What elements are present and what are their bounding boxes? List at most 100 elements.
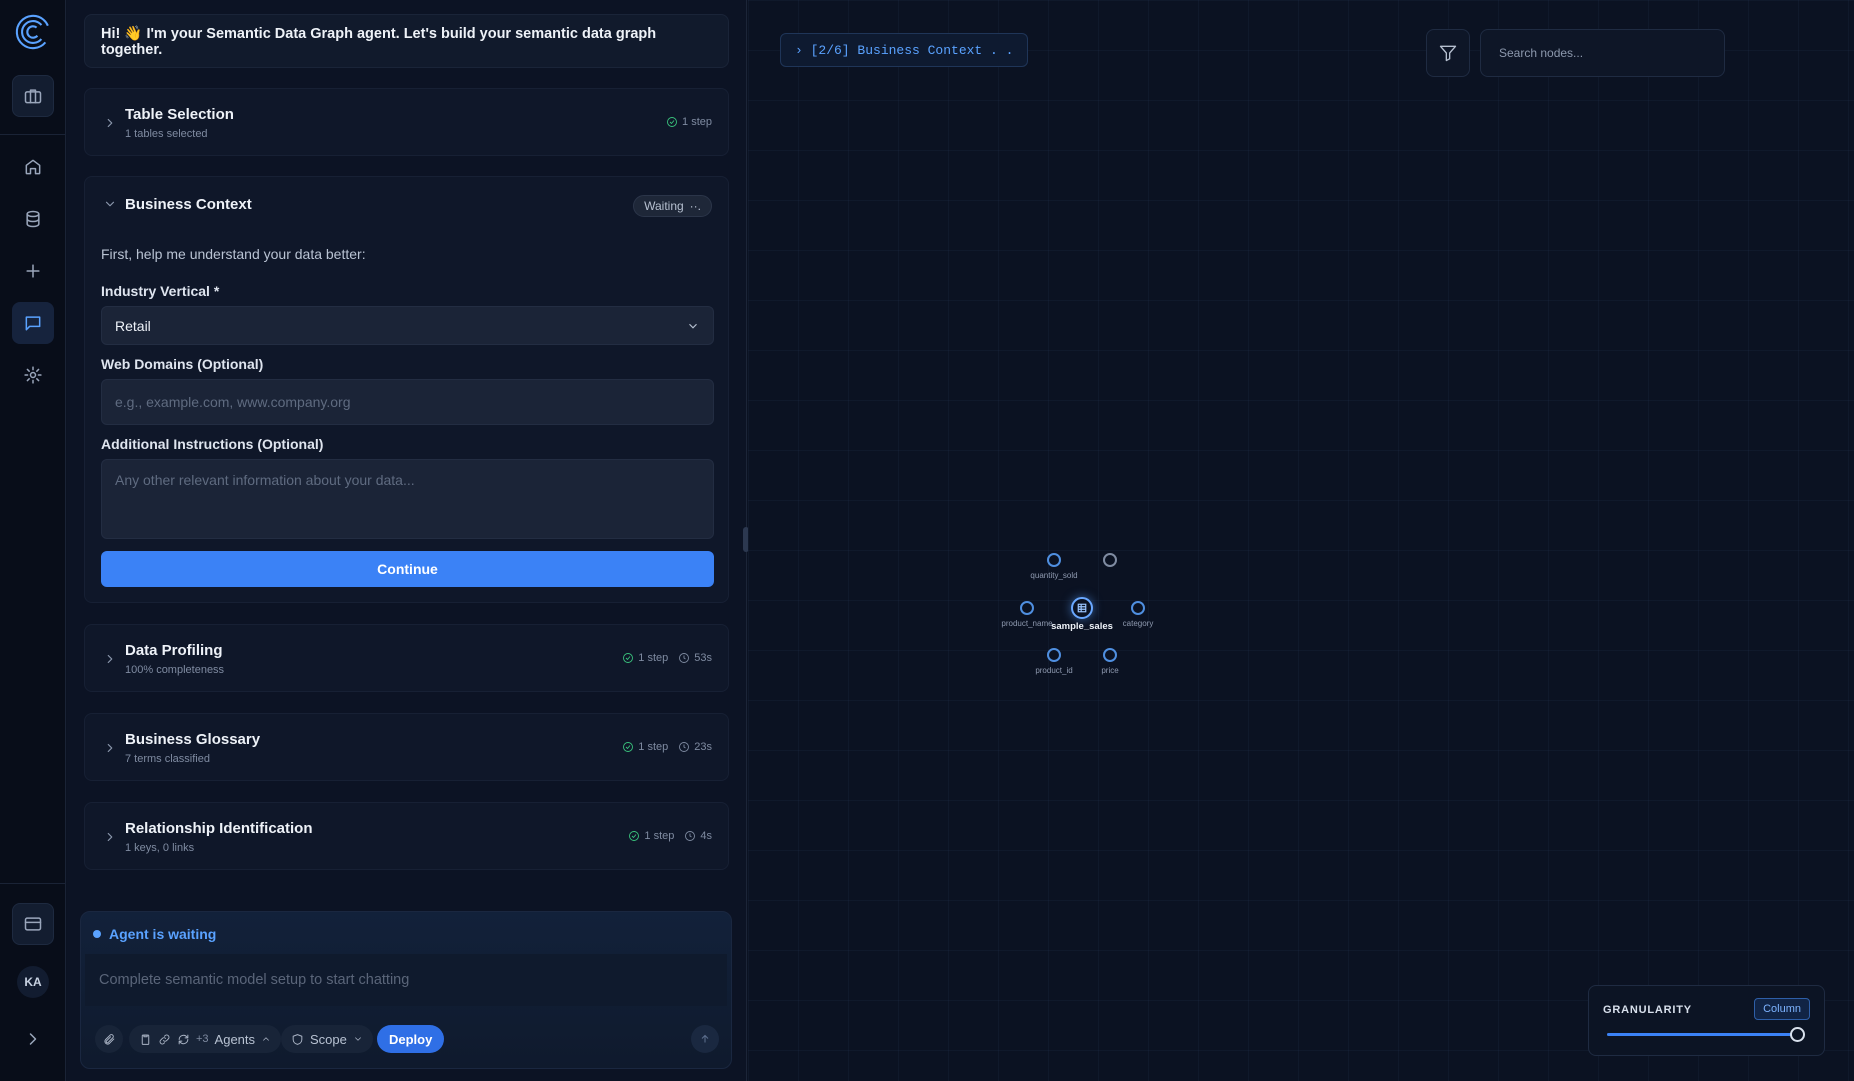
status-dot [93,930,101,938]
deploy-button[interactable]: Deploy [377,1025,445,1053]
user-avatar[interactable]: KA [17,966,49,998]
chevron-right-icon [103,116,117,130]
graph-node-table[interactable] [1071,597,1093,619]
arrow-up-icon [701,1034,709,1043]
agents-extra-count: +3 [196,1033,209,1045]
industry-select[interactable]: Retail [101,306,714,345]
briefcase-icon [24,89,42,104]
agents-selector[interactable]: +3 Agents [129,1025,282,1053]
step-count: 1 step [638,652,669,664]
chevron-down-icon [689,323,697,329]
step-data-profiling[interactable]: Data Profiling 100% completeness 1 step … [84,624,729,692]
node-label: price [1101,666,1119,675]
chat-panel: Hi! 👋 I'm your Semantic Data Graph agent… [67,0,747,1081]
database-icon [26,210,40,228]
link-icon [159,1034,170,1044]
check-circle-icon [623,653,634,663]
filter-button[interactable] [1426,29,1470,77]
step-business-context: Business Context Waiting ··. First, help … [84,176,729,603]
chevron-down-icon[interactable] [103,197,117,211]
chevron-right-icon [103,830,117,844]
step-subtitle: 100% completeness [125,664,225,676]
step-duration: 4s [700,830,712,842]
granularity-fill [1607,1033,1797,1036]
nav-settings[interactable] [12,354,54,396]
graph-node[interactable] [1020,601,1034,615]
step-business-glossary[interactable]: Business Glossary 7 terms classified 1 s… [84,713,729,781]
nav-new[interactable] [12,250,54,292]
graph-node[interactable] [1047,553,1061,567]
left-rail: KA [0,0,66,1081]
industry-value: Retail [115,317,151,334]
chat-icon [25,316,41,331]
step-relationship-identification[interactable]: Relationship Identification 1 keys, 0 li… [84,802,729,870]
step-title: Data Profiling [125,642,223,659]
workspace-button[interactable] [12,75,54,117]
node-label: category [1122,619,1154,628]
granularity-control: GRANULARITY Column [1588,985,1825,1056]
chevron-right-icon [29,1033,37,1045]
step-indicator: › [2/6] Business Context . . [780,33,1029,67]
expand-sidebar-button[interactable] [12,1018,54,1060]
graph-canvas[interactable] [748,0,1854,1081]
chevron-right-icon [103,652,117,666]
step-title: Relationship Identification [125,820,313,837]
step-subtitle: 7 terms classified [125,753,210,765]
step-duration: 53s [694,652,712,664]
step-table-selection[interactable]: Table Selection 1 tables selected 1 step [84,88,729,156]
instructions-label: Additional Instructions (Optional) [101,436,324,452]
instructions-textarea[interactable] [101,459,714,539]
node-label: product_id [1035,666,1073,675]
filter-icon [1439,45,1457,62]
gear-icon [24,366,42,384]
plus-icon [26,264,40,278]
clock-icon [685,831,696,841]
step-count: 1 step [638,741,669,753]
nav-home[interactable] [12,146,54,188]
home-icon [25,159,41,175]
step-meta: 1 step 23s [622,741,712,753]
industry-label: Industry Vertical * [101,283,220,299]
step-meta: 1 step 4s [628,830,712,842]
web-domains-input[interactable] [101,379,714,425]
node-label: quantity_sold [1030,571,1078,580]
clock-icon [679,653,690,663]
step-duration: 23s [694,741,712,753]
step-title: Business Glossary [125,731,261,748]
graph-node[interactable] [1103,648,1117,662]
chevron-right-icon [103,741,117,755]
chevron-down-icon [355,1037,361,1041]
node-label: product_name [1001,619,1053,628]
billing-button[interactable] [12,903,54,945]
credit-card-icon [24,917,42,931]
attach-button[interactable] [95,1025,123,1053]
nav-chat[interactable] [12,302,54,344]
refresh-icon [178,1034,189,1044]
graph-node[interactable] [1047,648,1061,662]
shield-icon [292,1033,303,1045]
scope-selector[interactable]: Scope [281,1025,373,1053]
continue-button[interactable]: Continue [101,551,714,587]
step-title: Business Context [125,196,252,213]
granularity-thumb[interactable] [1790,1027,1805,1042]
nav-data[interactable] [12,198,54,240]
domains-label: Web Domains (Optional) [101,356,264,372]
status-dots: ··. [689,199,701,213]
send-button[interactable] [691,1025,719,1053]
granularity-value: Column [1754,998,1810,1020]
agent-status-text: Agent is waiting [109,926,217,942]
app-logo-icon[interactable] [14,13,52,51]
chat-composer: Agent is waiting +3 Agents Scope Deploy [80,911,732,1069]
check-circle-icon [667,117,677,127]
graph-node[interactable] [1103,553,1117,567]
clock-icon [679,742,690,752]
search-nodes-input[interactable] [1480,29,1725,77]
check-circle-icon [623,742,634,752]
granularity-slider[interactable] [1607,1027,1805,1042]
chevron-up-icon [263,1037,269,1041]
granularity-title: GRANULARITY [1603,1004,1692,1016]
step-meta: 1 step [666,116,712,128]
agent-greeting: Hi! 👋 I'm your Semantic Data Graph agent… [84,14,729,68]
graph-node[interactable] [1131,601,1145,615]
chat-input[interactable] [85,954,727,1006]
